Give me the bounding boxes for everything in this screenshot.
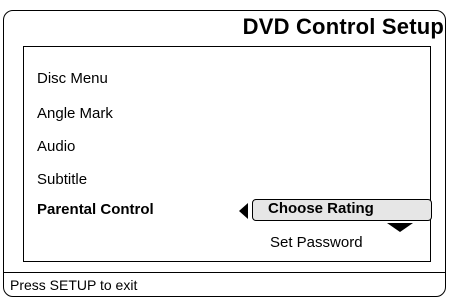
menu-item-angle-mark[interactable]: Angle Mark — [37, 105, 113, 122]
page-title: DVD Control Setup — [242, 14, 444, 39]
footer-divider — [4, 272, 446, 273]
menu-item-parental-control[interactable]: Parental Control — [37, 201, 154, 218]
menu-item-disc-menu[interactable]: Disc Menu — [37, 70, 108, 87]
status-text: Press SETUP to exit — [10, 277, 138, 293]
left-arrow-icon[interactable] — [239, 203, 248, 219]
set-password-option[interactable]: Set Password — [270, 234, 363, 251]
choose-rating-label: Choose Rating — [268, 200, 374, 217]
settings-panel: Disc Menu Angle Mark Audio Subtitle Pare… — [23, 46, 432, 262]
menu-item-audio[interactable]: Audio — [37, 138, 75, 155]
down-arrow-icon[interactable] — [387, 223, 413, 232]
menu-item-subtitle[interactable]: Subtitle — [37, 171, 87, 188]
